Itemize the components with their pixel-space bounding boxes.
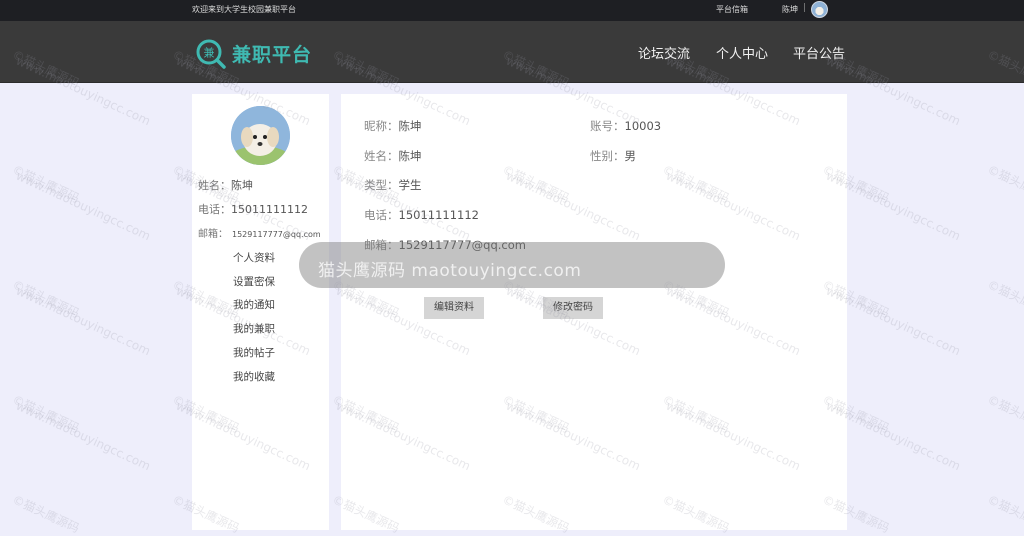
separator: | [803,3,807,13]
watermark-tile: www.maotouyingcc.com [13,283,153,359]
menu-my-notifications[interactable]: 我的通知 [233,297,275,312]
field-gender: 性别：男 [590,148,636,164]
name-label: 姓名： [364,149,399,163]
watermark-tile: ©猫头鹰源码 [10,392,82,436]
menu-my-jobs[interactable]: 我的兼职 [233,321,275,336]
name-value: 陈坤 [398,149,422,163]
welcome-text: 欢迎来到大学生校园兼职平台 [192,5,296,14]
nav-announcement[interactable]: 平台公告 [793,43,845,62]
field-account: 账号：10003 [590,118,661,134]
sidebar-email: 邮箱： 1529117777@qq.com [198,225,321,240]
nav-personal-center[interactable]: 个人中心 [716,43,768,62]
sidebar-phone: 电话：15011111112 [198,201,308,217]
top-bar: 欢迎来到大学生校园兼职平台 平台信箱 陈坤 | [0,0,1024,21]
menu-personal-info[interactable]: 个人资料 [233,250,275,265]
logo-text[interactable]: 兼职平台 [232,40,312,67]
username-link[interactable]: 陈坤 [782,4,798,15]
type-value: 学生 [398,178,422,192]
watermark-tile: www.maotouyingcc.com [13,398,153,474]
type-label: 类型： [364,178,399,192]
menu-my-favorites[interactable]: 我的收藏 [233,369,275,384]
watermark-tile: ©猫头鹰源码 [10,162,82,206]
watermark-tile: ©猫头鹰源码 [10,492,82,536]
sidebar-phone-label: 电话： [198,203,231,216]
watermark-tile: www.maotouyingcc.com [13,168,153,244]
account-label: 账号： [590,119,625,133]
sidebar-email-value: 1529117777@qq.com [232,230,321,239]
watermark-tile: ©猫头鹰源码 [985,277,1024,321]
menu-my-posts[interactable]: 我的帖子 [233,345,275,360]
logo-icon[interactable]: 兼 [195,38,227,70]
sidebar-name-value: 陈坤 [231,179,253,192]
edit-profile-button[interactable]: 编辑资料 [424,297,484,319]
watermark-tile: ©猫头鹰源码 [10,277,82,321]
gender-label: 性别： [590,149,625,163]
platform-mailbox-link[interactable]: 平台信箱 [716,4,748,15]
watermark-tile: ©猫头鹰源码 [985,392,1024,436]
account-value: 10003 [624,119,662,133]
phone-value: 15011111112 [398,208,479,222]
field-nickname: 昵称：陈坤 [364,118,422,134]
sidebar-name: 姓名：陈坤 [198,177,253,193]
nickname-value: 陈坤 [398,119,422,133]
user-avatar-small[interactable] [811,1,828,18]
watermark-banner-text: 猫头鹰源码 maotouyingcc.com [318,261,582,281]
field-name: 姓名：陈坤 [364,148,422,164]
nav-forum[interactable]: 论坛交流 [638,43,690,62]
puppy-avatar-image [231,106,290,165]
phone-label: 电话： [364,208,399,222]
gender-value: 男 [624,149,637,163]
field-phone: 电话：15011111112 [364,207,479,223]
sidebar-phone-value: 15011111112 [231,203,308,216]
watermark-tile: ©猫头鹰源码 [985,492,1024,536]
sidebar-name-label: 姓名： [198,179,231,192]
menu-security-question[interactable]: 设置密保 [233,274,275,289]
nickname-label: 昵称： [364,119,399,133]
watermark-tile: ©猫头鹰源码 [985,162,1024,206]
logo-icon-char: 兼 [204,47,215,60]
main-navbar [0,21,1024,83]
sidebar-email-label: 邮箱： [198,229,228,240]
change-password-button[interactable]: 修改密码 [543,297,603,319]
avatar [231,106,290,165]
field-type: 类型：学生 [364,177,422,193]
